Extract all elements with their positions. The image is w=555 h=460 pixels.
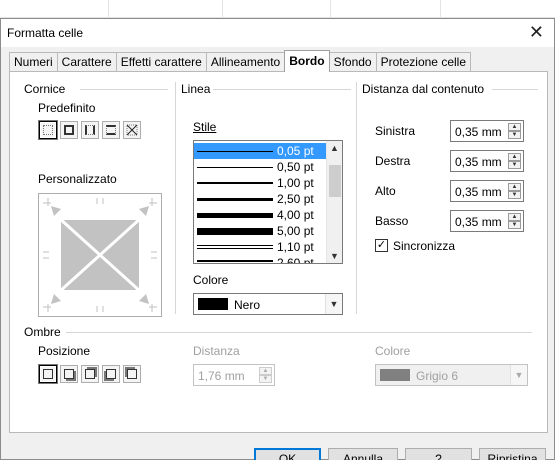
shadow-bottom-left-icon[interactable] <box>102 365 120 383</box>
alto-value: 0,35 mm <box>455 185 502 199</box>
format-cells-dialog: Formatta celle ✕ Numeri Carattere Effett… <box>0 18 555 460</box>
ok-button[interactable]: OK <box>254 448 321 460</box>
shadow-top-right-icon[interactable] <box>81 365 99 383</box>
ombre-distanza-label: Distanza <box>193 344 240 358</box>
tab-protezione-celle[interactable]: Protezione celle <box>375 52 471 72</box>
line-style-label: 0,50 pt <box>277 160 314 174</box>
line-style-option[interactable]: 4,00 pt <box>194 207 327 223</box>
shadow-distance-spinbox[interactable]: 1,76 mm ▲ ▼ <box>193 364 275 386</box>
scroll-thumb[interactable] <box>329 165 341 197</box>
line-color-dropdown[interactable]: Nero ▼ <box>193 293 343 315</box>
dialog-title: Formatta celle <box>7 26 84 40</box>
scroll-down-icon[interactable]: ▼ <box>330 251 339 261</box>
black-swatch <box>198 298 228 310</box>
preset-left-right-icon[interactable] <box>81 121 99 139</box>
preset-top-bottom-icon[interactable] <box>102 121 120 139</box>
chevron-down-icon[interactable]: ▼ <box>510 365 527 385</box>
destra-down-icon[interactable]: ▼ <box>508 161 521 169</box>
shadow-distance-down-icon[interactable]: ▼ <box>259 375 272 383</box>
linea-heading: Linea <box>181 82 211 96</box>
predefinito-label: Predefinito <box>38 101 96 115</box>
sincronizza-checkbox[interactable]: ✓ <box>375 239 388 252</box>
destra-label: Destra <box>375 154 411 168</box>
destra-spinbox[interactable]: 0,35 mm ▲ ▼ <box>450 150 524 172</box>
title-bar: Formatta celle ✕ <box>1 19 554 47</box>
preset-none-icon[interactable] <box>39 121 57 139</box>
line-style-label: 2,60 pt <box>277 256 314 264</box>
line-style-label: 2,50 pt <box>277 192 314 206</box>
line-style-listbox[interactable]: 0,05 pt 0,50 pt 1,00 pt 2,50 pt 4,00 pt 5,00 … <box>193 140 343 264</box>
ombre-colore-label: Colore <box>375 344 411 358</box>
cornice-heading: Cornice <box>24 82 66 96</box>
scroll-up-icon[interactable]: ▲ <box>330 143 339 153</box>
alto-spinbox[interactable]: 0,35 mm ▲ ▼ <box>450 180 524 202</box>
destra-value: 0,35 mm <box>455 155 502 169</box>
alto-label: Alto <box>375 184 396 198</box>
preset-outer-border-icon[interactable] <box>60 121 78 139</box>
line-style-scrollbar[interactable]: ▲ ▼ <box>326 141 342 263</box>
sinistra-down-icon[interactable]: ▼ <box>508 131 521 139</box>
distanza-heading: Distanza dal contenuto <box>362 82 485 96</box>
stile-label: Stile <box>193 120 217 134</box>
linea-colore-label: Colore <box>193 273 229 287</box>
tab-sfondo[interactable]: Sfondo <box>328 52 377 72</box>
line-style-option[interactable]: 2,50 pt <box>194 191 327 207</box>
sinistra-spinbox[interactable]: 0,35 mm ▲ ▼ <box>450 120 524 142</box>
line-style-label: 4,00 pt <box>277 208 314 222</box>
tab-numeri[interactable]: Numeri <box>9 52 58 72</box>
tab-allineamento[interactable]: Allineamento <box>205 52 286 72</box>
shadow-color-value: Grigio 6 <box>416 369 459 383</box>
grey-swatch <box>380 369 410 381</box>
line-style-option[interactable]: 1,00 pt <box>194 175 327 191</box>
line-style-label: 5,00 pt <box>277 224 314 238</box>
shadow-distance-up-icon[interactable]: ▲ <box>259 367 272 375</box>
alto-down-icon[interactable]: ▼ <box>508 191 521 199</box>
cancel-button[interactable]: Annulla <box>328 448 398 460</box>
tab-effetti-carattere[interactable]: Effetti carattere <box>115 52 207 72</box>
line-style-label: 1,10 pt <box>277 240 314 254</box>
close-icon[interactable]: ✕ <box>529 21 544 43</box>
reset-button[interactable]: Ripristina <box>479 448 546 460</box>
sinistra-value: 0,35 mm <box>455 125 502 139</box>
line-style-option[interactable]: 5,00 pt <box>194 223 327 239</box>
basso-down-icon[interactable]: ▼ <box>508 221 521 229</box>
line-color-value: Nero <box>234 298 261 312</box>
basso-up-icon[interactable]: ▲ <box>508 213 521 221</box>
border-tab-panel: Cornice Predefinito Personalizzato Linea… <box>9 71 548 433</box>
line-style-label: 1,00 pt <box>277 176 314 190</box>
line-style-option[interactable]: 0,05 pt <box>194 143 327 159</box>
basso-value: 0,35 mm <box>455 215 502 229</box>
sincronizza-label: Sincronizza <box>393 239 456 253</box>
sinistra-up-icon[interactable]: ▲ <box>508 123 521 131</box>
line-style-option[interactable]: 2,60 pt <box>194 255 327 264</box>
shadow-distance-value: 1,76 mm <box>198 369 245 383</box>
line-style-label: 0,05 pt <box>277 144 314 158</box>
sinistra-label: Sinistra <box>375 124 416 138</box>
tab-bar: Numeri Carattere Effetti carattere Allin… <box>9 50 471 72</box>
alto-up-icon[interactable]: ▲ <box>508 183 521 191</box>
chevron-down-icon[interactable]: ▼ <box>325 294 342 314</box>
tab-carattere[interactable]: Carattere <box>56 52 117 72</box>
shadow-color-dropdown[interactable]: Grigio 6 ▼ <box>375 364 528 386</box>
shadow-top-left-icon[interactable] <box>123 365 141 383</box>
destra-up-icon[interactable]: ▲ <box>508 153 521 161</box>
shadow-bottom-right-icon[interactable] <box>60 365 78 383</box>
posizione-label: Posizione <box>38 344 91 358</box>
help-button[interactable]: ? <box>405 448 472 460</box>
tab-bordo[interactable]: Bordo <box>284 50 330 72</box>
personalizzato-label: Personalizzato <box>38 172 117 186</box>
line-style-option[interactable]: 0,50 pt <box>194 159 327 175</box>
shadow-none-icon[interactable] <box>39 365 57 383</box>
preset-diagonal-icon[interactable] <box>123 121 141 139</box>
border-preview-diagram <box>43 198 157 312</box>
line-style-option[interactable]: 1,10 pt <box>194 239 327 255</box>
basso-label: Basso <box>375 214 409 228</box>
basso-spinbox[interactable]: 0,35 mm ▲ ▼ <box>450 210 524 232</box>
user-defined-border-preview[interactable] <box>38 193 162 317</box>
ombre-heading: Ombre <box>24 325 61 339</box>
